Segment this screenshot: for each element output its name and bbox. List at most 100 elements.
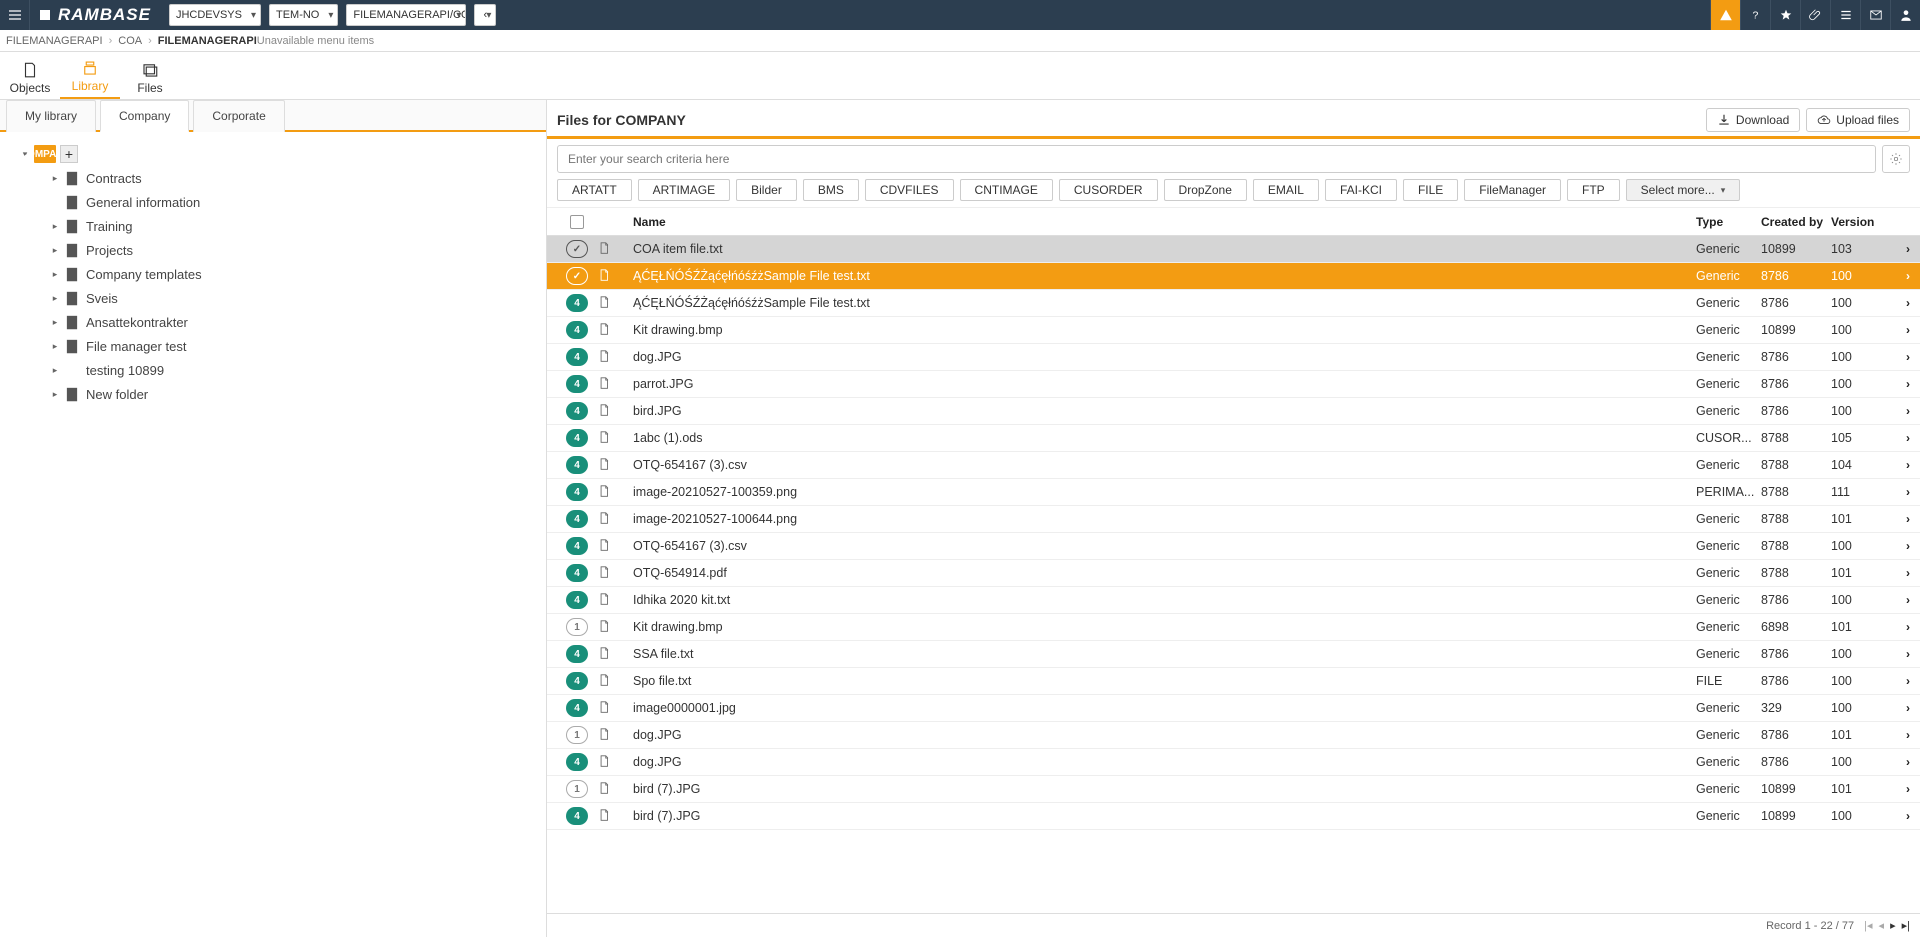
tab-objects[interactable]: Objects xyxy=(0,61,60,99)
chevron-right-icon[interactable]: › xyxy=(1906,566,1910,580)
tree-node[interactable]: ▸▇File manager test xyxy=(50,334,536,358)
table-row[interactable]: 4OTQ-654167 (3).csvGeneric8788100› xyxy=(547,533,1920,560)
tree-node[interactable]: ▇General information xyxy=(50,190,536,214)
table-row[interactable]: 4Spo file.txtFILE8786100› xyxy=(547,668,1920,695)
col-name[interactable]: Name xyxy=(633,215,1696,229)
col-version[interactable]: Version xyxy=(1831,215,1886,229)
filter-chip[interactable]: CDVFILES xyxy=(865,179,954,201)
favorites-button[interactable] xyxy=(1770,0,1800,30)
table-row[interactable]: 4bird (7).JPGGeneric10899100› xyxy=(547,803,1920,830)
subtab-company[interactable]: Company xyxy=(100,100,189,132)
chevron-right-icon[interactable]: › xyxy=(1906,728,1910,742)
table-row[interactable]: 4ĄĆĘŁŃÓŚŹŻąćęłńóśźżSample File test.txtG… xyxy=(547,290,1920,317)
tree-node[interactable]: ▸▇New folder xyxy=(50,382,536,406)
pager-first[interactable]: |◂ xyxy=(1864,919,1872,932)
chevron-right-icon[interactable]: › xyxy=(1906,782,1910,796)
filter-select-more[interactable]: Select more... xyxy=(1626,179,1741,201)
hamburger-button[interactable] xyxy=(0,0,30,30)
filter-chip[interactable]: BMS xyxy=(803,179,859,201)
tree-node[interactable]: ▸▇Company templates xyxy=(50,262,536,286)
table-row[interactable]: 1Kit drawing.bmpGeneric6898101› xyxy=(547,614,1920,641)
chevron-right-icon[interactable]: › xyxy=(1906,458,1910,472)
chevron-right-icon[interactable]: › xyxy=(1906,674,1910,688)
download-button[interactable]: Download xyxy=(1706,108,1800,132)
path-select[interactable]: FILEMANAGERAPI/COA xyxy=(346,4,466,26)
system-select[interactable]: JHCDEVSYS xyxy=(169,4,261,26)
attachments-button[interactable] xyxy=(1800,0,1830,30)
table-row[interactable]: 4Idhika 2020 kit.txtGeneric8786100› xyxy=(547,587,1920,614)
chevron-right-icon[interactable]: › xyxy=(1906,404,1910,418)
search-input[interactable] xyxy=(557,145,1876,173)
chevron-right-icon[interactable]: › xyxy=(1906,296,1910,310)
filter-chip[interactable]: FAI-KCI xyxy=(1325,179,1397,201)
mail-button[interactable] xyxy=(1860,0,1890,30)
upload-button[interactable]: Upload files xyxy=(1806,108,1910,132)
alerts-button[interactable] xyxy=(1710,0,1740,30)
crumb-2[interactable]: FILEMANAGERAPI xyxy=(158,35,257,47)
chevron-right-icon[interactable]: › xyxy=(1906,323,1910,337)
chevron-right-icon[interactable]: › xyxy=(1906,593,1910,607)
pager-next[interactable]: ▸ xyxy=(1890,919,1896,932)
subtab-mylibrary[interactable]: My library xyxy=(6,100,96,132)
tree-node[interactable]: ▸▇Training xyxy=(50,214,536,238)
col-createdby[interactable]: Created by xyxy=(1761,215,1831,229)
user-button[interactable] xyxy=(1890,0,1920,30)
table-row[interactable]: 1dog.JPGGeneric8786101› xyxy=(547,722,1920,749)
chevron-right-icon[interactable]: › xyxy=(1906,512,1910,526)
pager-prev[interactable]: ◂ xyxy=(1879,919,1885,932)
help-button[interactable]: ? xyxy=(1740,0,1770,30)
filter-chip[interactable]: ARTATT xyxy=(557,179,632,201)
tab-files[interactable]: Files xyxy=(120,61,180,99)
filter-chip[interactable]: EMAIL xyxy=(1253,179,1319,201)
path-back-button[interactable]: ‹ xyxy=(474,4,496,26)
filter-chip[interactable]: FILE xyxy=(1403,179,1458,201)
add-folder-button[interactable]: + xyxy=(60,145,78,163)
filter-chip[interactable]: FileManager xyxy=(1464,179,1561,201)
tree-node[interactable]: ▸▇Projects xyxy=(50,238,536,262)
filter-chip[interactable]: CNTIMAGE xyxy=(960,179,1053,201)
table-row[interactable]: 1bird (7).JPGGeneric10899101› xyxy=(547,776,1920,803)
chevron-right-icon[interactable]: › xyxy=(1906,809,1910,823)
table-row[interactable]: 41abc (1).odsCUSOR...8788105› xyxy=(547,425,1920,452)
chevron-right-icon[interactable]: › xyxy=(1906,755,1910,769)
chevron-right-icon[interactable]: › xyxy=(1906,269,1910,283)
table-row[interactable]: 4image0000001.jpgGeneric329100› xyxy=(547,695,1920,722)
pager-last[interactable]: ▸| xyxy=(1902,919,1910,932)
table-row[interactable]: 4dog.JPGGeneric8786100› xyxy=(547,344,1920,371)
chevron-right-icon[interactable]: › xyxy=(1906,242,1910,256)
filter-chip[interactable]: Bilder xyxy=(736,179,797,201)
crumb-0[interactable]: FILEMANAGERAPI xyxy=(6,35,103,47)
chevron-right-icon[interactable]: › xyxy=(1906,431,1910,445)
chevron-right-icon[interactable]: › xyxy=(1906,539,1910,553)
tree-root[interactable]: ▾ COMPANY + xyxy=(20,142,536,166)
table-row[interactable]: ✓ĄĆĘŁŃÓŚŹŻąćęłńóśźżSample File test.txtG… xyxy=(547,263,1920,290)
tree-node[interactable]: ▸▇Ansattekontrakter xyxy=(50,310,536,334)
table-row[interactable]: 4image-20210527-100644.pngGeneric8788101… xyxy=(547,506,1920,533)
chevron-right-icon[interactable]: › xyxy=(1906,485,1910,499)
filter-chip[interactable]: CUSORDER xyxy=(1059,179,1158,201)
tab-library[interactable]: Library xyxy=(60,59,120,99)
filter-chip[interactable]: DropZone xyxy=(1164,179,1247,201)
table-row[interactable]: ✓COA item file.txtGeneric10899103› xyxy=(547,236,1920,263)
crumb-1[interactable]: COA xyxy=(118,35,142,47)
chevron-right-icon[interactable]: › xyxy=(1906,620,1910,634)
chevron-right-icon[interactable]: › xyxy=(1906,701,1910,715)
table-row[interactable]: 4bird.JPGGeneric8786100› xyxy=(547,398,1920,425)
table-row[interactable]: 4OTQ-654914.pdfGeneric8788101› xyxy=(547,560,1920,587)
search-settings-button[interactable] xyxy=(1882,145,1910,173)
select-all-checkbox[interactable] xyxy=(570,215,584,229)
chevron-right-icon[interactable]: › xyxy=(1906,377,1910,391)
table-row[interactable]: 4dog.JPGGeneric8786100› xyxy=(547,749,1920,776)
chevron-right-icon[interactable]: › xyxy=(1906,350,1910,364)
template-select[interactable]: TEM-NO xyxy=(269,4,338,26)
tree-node[interactable]: ▸▇Sveis xyxy=(50,286,536,310)
tree-node[interactable]: ▸testing 10899 xyxy=(50,358,536,382)
table-row[interactable]: 4Kit drawing.bmpGeneric10899100› xyxy=(547,317,1920,344)
table-row[interactable]: 4parrot.JPGGeneric8786100› xyxy=(547,371,1920,398)
table-row[interactable]: 4SSA file.txtGeneric8786100› xyxy=(547,641,1920,668)
table-row[interactable]: 4OTQ-654167 (3).csvGeneric8788104› xyxy=(547,452,1920,479)
col-type[interactable]: Type xyxy=(1696,215,1761,229)
tasks-button[interactable] xyxy=(1830,0,1860,30)
table-row[interactable]: 4image-20210527-100359.pngPERIMA...87881… xyxy=(547,479,1920,506)
tree-node[interactable]: ▸▇Contracts xyxy=(50,166,536,190)
